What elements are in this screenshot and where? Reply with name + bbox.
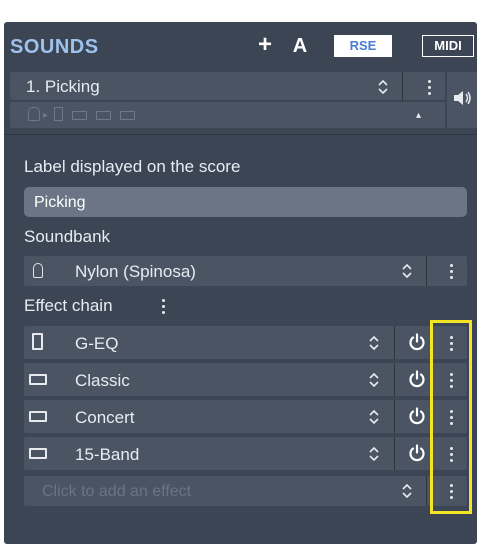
power-icon[interactable] <box>408 333 426 356</box>
midi-toggle[interactable]: MIDI <box>422 35 474 57</box>
panel-title: SOUNDS <box>10 36 99 58</box>
speaker-icon <box>454 91 471 105</box>
amp-icon <box>29 448 47 459</box>
power-icon[interactable] <box>408 370 426 393</box>
separator <box>394 363 395 396</box>
rse-toggle[interactable]: RSE <box>334 35 392 57</box>
effect-chain-heading: Effect chain <box>24 296 113 315</box>
kebab-icon[interactable] <box>428 80 432 98</box>
chevron-updown-icon[interactable] <box>369 372 379 392</box>
label-heading: Label displayed on the score <box>24 157 241 176</box>
volume-tab[interactable] <box>447 72 477 128</box>
sounds-panel: SOUNDS + A RSE MIDI 1. Picking ▸ ▴ Label… <box>4 22 477 544</box>
chevron-updown-icon <box>378 79 388 97</box>
amp-icon <box>120 111 135 120</box>
separator <box>426 476 427 506</box>
score-label-value: Picking <box>34 194 86 211</box>
effect-chain-kebab-icon[interactable] <box>162 299 166 317</box>
collapse-caret-icon[interactable]: ▴ <box>416 111 421 121</box>
separator <box>394 437 395 470</box>
chevron-updown-icon[interactable] <box>369 409 379 429</box>
screenshot-root: { "header": { "title": "SOUNDS", "add_sy… <box>0 0 484 548</box>
guitar-icon <box>33 263 43 278</box>
kebab-icon[interactable] <box>450 264 454 282</box>
sound-selector[interactable]: 1. Picking <box>10 72 445 100</box>
chevron-updown-icon[interactable] <box>369 335 379 355</box>
power-icon[interactable] <box>408 444 426 467</box>
separator <box>394 400 395 433</box>
divider <box>4 134 477 135</box>
soundbank-selector[interactable]: Nylon (Spinosa) <box>24 256 467 286</box>
effect-row[interactable]: Concert <box>24 400 467 433</box>
amp-icon <box>72 111 87 120</box>
effect-row[interactable]: 15-Band <box>24 437 467 470</box>
effect-label: 15-Band <box>75 445 140 464</box>
effect-row[interactable]: Classic <box>24 363 467 396</box>
amp-icon <box>96 111 111 120</box>
power-icon[interactable] <box>408 407 426 430</box>
eq-box-icon <box>32 333 43 350</box>
soundbank-value: Nylon (Spinosa) <box>75 262 196 281</box>
chevron-updown-icon <box>402 264 412 278</box>
add-effect-row[interactable]: Click to add an effect <box>24 476 467 506</box>
sound-chain-preview: ▸ ▴ <box>10 102 445 128</box>
guitar-icon <box>28 107 40 121</box>
arrow-right-icon: ▸ <box>43 110 49 121</box>
separator <box>402 72 403 100</box>
add-effect-placeholder: Click to add an effect <box>42 483 192 500</box>
add-sound-button[interactable]: + <box>254 32 276 58</box>
effect-label: Concert <box>75 408 135 427</box>
effect-row[interactable]: G-EQ <box>24 326 467 359</box>
amp-icon <box>29 374 47 385</box>
auto-button[interactable]: A <box>290 34 310 58</box>
highlight-box <box>430 320 472 514</box>
chevron-updown-icon <box>402 484 412 498</box>
eq-box-icon <box>54 107 63 121</box>
separator <box>426 256 427 286</box>
sound-name: 1. Picking <box>26 77 100 96</box>
score-label-input[interactable]: Picking <box>24 187 467 217</box>
effect-label: Classic <box>75 371 130 390</box>
soundbank-heading: Soundbank <box>24 227 111 246</box>
effect-label: G-EQ <box>75 334 119 353</box>
amp-icon <box>29 411 47 422</box>
separator <box>394 326 395 359</box>
chevron-updown-icon[interactable] <box>369 446 379 466</box>
